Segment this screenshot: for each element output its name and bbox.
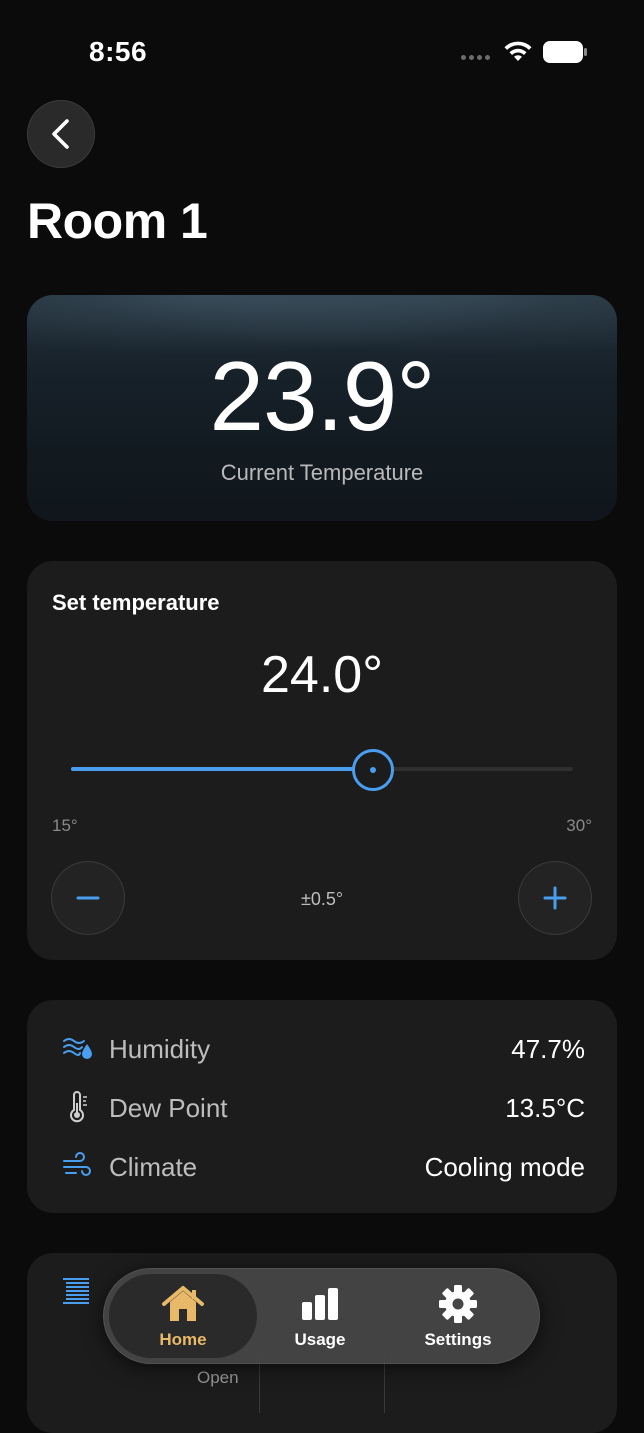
gear-icon — [439, 1285, 477, 1323]
home-icon — [162, 1286, 204, 1321]
dew-point-row: Dew Point 13.5°C — [27, 1087, 617, 1127]
wifi-icon — [504, 41, 532, 61]
info-label: Humidity — [109, 1034, 211, 1064]
info-value: Cooling mode — [424, 1152, 585, 1182]
thermometer-icon — [70, 1091, 87, 1123]
tab-label: Usage — [294, 1330, 346, 1349]
open-label[interactable]: Open — [197, 1368, 239, 1388]
tab-label: Settings — [424, 1330, 492, 1349]
wind-icon — [63, 1152, 91, 1176]
slider-fill — [71, 767, 373, 771]
tab-label: Home — [159, 1330, 207, 1349]
bar-chart-icon — [302, 1288, 338, 1320]
tab-settings[interactable]: Settings — [384, 1274, 532, 1358]
slider-max-label: 30° — [566, 816, 592, 835]
slider-thumb[interactable] — [352, 749, 395, 791]
set-temperature-title: Set temperature — [52, 590, 220, 615]
info-value: 13.5°C — [505, 1093, 585, 1123]
back-button[interactable] — [27, 100, 95, 168]
current-temperature-card: 23.9° Current Temperature — [27, 295, 617, 521]
humidity-row: Humidity 47.7% — [27, 1028, 617, 1068]
tab-usage[interactable]: Usage — [246, 1274, 394, 1358]
increase-temperature-button[interactable] — [518, 861, 592, 935]
plus-icon — [543, 886, 567, 910]
info-value: 47.7% — [511, 1034, 585, 1064]
current-temperature-value: 23.9° — [209, 341, 436, 451]
signal-dots-icon — [461, 55, 493, 61]
humidity-icon — [63, 1038, 92, 1059]
set-temperature-value: 24.0° — [260, 646, 383, 704]
info-label: Climate — [109, 1152, 198, 1182]
battery-icon — [543, 41, 587, 63]
climate-info-card: Humidity 47.7% Dew Point 13.5°C Climate … — [27, 1000, 617, 1213]
info-label: Dew Point — [109, 1093, 228, 1123]
tab-bar: Home Usage Settings — [103, 1268, 540, 1364]
page-title: Room 1 — [27, 193, 208, 249]
temperature-slider[interactable] — [71, 767, 573, 771]
tab-home[interactable]: Home — [109, 1274, 257, 1358]
chevron-left-icon — [52, 119, 69, 149]
status-time: 8:56 — [89, 36, 148, 67]
current-temperature-label: Current Temperature — [220, 460, 424, 485]
blinds-icon — [63, 1278, 89, 1304]
set-temperature-card: Set temperature 24.0° 15° 30° ±0.5° — [27, 561, 617, 960]
climate-row: Climate Cooling mode — [27, 1146, 617, 1186]
slider-min-label: 15° — [52, 816, 78, 835]
